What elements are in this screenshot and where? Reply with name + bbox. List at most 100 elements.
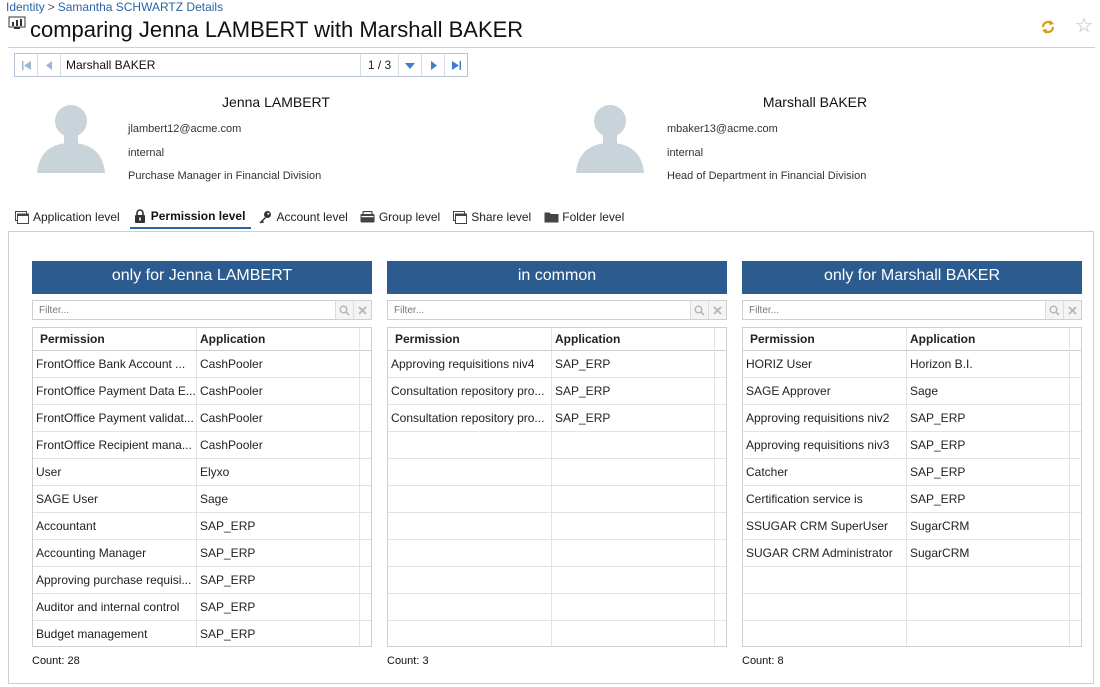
panel-header: only for Marshall BAKER (742, 261, 1082, 294)
tab-label: Group level (378, 210, 441, 224)
application-cell: SAP_ERP (555, 411, 611, 425)
search-icon[interactable] (335, 301, 353, 319)
table-row[interactable]: Budget management SAP_ERP (33, 621, 371, 646)
navigator-counter: 1 / 3 (367, 58, 392, 72)
table-row[interactable]: Accounting Manager SAP_ERP (33, 540, 371, 567)
navigator-dropdown-button[interactable] (398, 54, 421, 76)
clear-filter-icon[interactable] (353, 301, 371, 319)
breadcrumb-separator: > (47, 0, 55, 14)
column-header-permission[interactable]: Permission (743, 328, 907, 350)
table-row[interactable]: HORIZ User Horizon B.I. (743, 351, 1081, 378)
person-role: Purchase Manager in Financial Division (128, 170, 322, 182)
column-header-application[interactable]: Application (197, 328, 357, 350)
person-type: internal (128, 147, 165, 159)
table-row[interactable]: FrontOffice Recipient mana... CashPooler (33, 432, 371, 459)
table-row[interactable]: SUGAR CRM Administrator SugarCRM (743, 540, 1081, 567)
column-header-application[interactable]: Application (907, 328, 1067, 350)
permission-cell (388, 540, 552, 566)
clear-filter-icon[interactable] (1063, 301, 1081, 319)
person-email: mbaker13@acme.com (667, 123, 778, 135)
tab-application-level[interactable]: Application level (12, 205, 126, 229)
first-record-button[interactable] (15, 54, 38, 76)
scrollbar[interactable] (1069, 328, 1081, 646)
column-header-permission[interactable]: Permission (388, 328, 552, 350)
grid-header: Permission Application (33, 328, 371, 351)
permission-cell: Approving purchase requisi... (33, 567, 197, 593)
permission-cell: Consultation repository pro... (388, 405, 552, 431)
permission-cell: Accountant (33, 513, 197, 539)
table-row[interactable]: Consultation repository pro... SAP_ERP (388, 378, 726, 405)
search-icon[interactable] (690, 301, 708, 319)
empty-row (743, 567, 1081, 594)
empty-row (388, 432, 726, 459)
filter-input[interactable] (743, 301, 1033, 319)
table-row[interactable]: FrontOffice Payment Data E... CashPooler (33, 378, 371, 405)
person-card-left: Jenna LAMBERT jlambert12@acme.com intern… (31, 93, 451, 185)
table-row[interactable]: Catcher SAP_ERP (743, 459, 1081, 486)
table-row[interactable]: Approving purchase requisi... SAP_ERP (33, 567, 371, 594)
application-cell: CashPooler (200, 357, 263, 371)
breadcrumb-current-link[interactable]: Samantha SCHWARTZ Details (58, 0, 223, 14)
application-cell (552, 513, 712, 539)
application-cell: SAP_ERP (200, 519, 256, 533)
table-row[interactable]: User Elyxo (33, 459, 371, 486)
permission-cell: Accounting Manager (33, 540, 197, 566)
column-header-application[interactable]: Application (552, 328, 712, 350)
permission-cell: FrontOffice Payment Data E... (33, 378, 197, 404)
favorite-star-icon[interactable]: ☆ (1075, 14, 1093, 38)
filter-input[interactable] (33, 301, 323, 319)
chevron-down-icon (405, 62, 415, 69)
table-row[interactable]: Accountant SAP_ERP (33, 513, 371, 540)
tab-group-level[interactable]: Group level (358, 205, 446, 229)
avatar (570, 93, 650, 173)
application-cell: SAP_ERP (200, 627, 256, 641)
table-row[interactable]: Approving requisitions niv3 SAP_ERP (743, 432, 1081, 459)
table-row[interactable]: Approving requisitions niv4 SAP_ERP (388, 351, 726, 378)
permission-cell (743, 594, 907, 620)
table-row[interactable]: Auditor and internal control SAP_ERP (33, 594, 371, 621)
filter-input[interactable] (388, 301, 678, 319)
scrollbar[interactable] (714, 328, 726, 646)
breadcrumb-identity-link[interactable]: Identity (6, 0, 45, 14)
permission-grid: Permission Application FrontOffice Bank … (32, 327, 372, 647)
application-cell: SAP_ERP (200, 546, 256, 560)
table-row[interactable]: Approving requisitions niv2 SAP_ERP (743, 405, 1081, 432)
clear-filter-icon[interactable] (708, 301, 726, 319)
permission-cell: Approving requisitions niv3 (743, 432, 907, 458)
column-header-permission[interactable]: Permission (33, 328, 197, 350)
tab-account-level[interactable]: Account level (255, 205, 353, 229)
permission-grid: Permission Application Approving requisi… (387, 327, 727, 647)
permission-cell: User (33, 459, 197, 485)
table-row[interactable]: Consultation repository pro... SAP_ERP (388, 405, 726, 432)
tab-folder-level[interactable]: Folder level (541, 205, 630, 229)
permission-cell: Catcher (743, 459, 907, 485)
empty-row (388, 513, 726, 540)
person-name: Jenna LAMBERT (222, 94, 330, 110)
tab-share-level[interactable]: Share level (450, 205, 537, 229)
refresh-icon[interactable] (1039, 18, 1057, 36)
tab-permission-level[interactable]: Permission level (129, 205, 252, 229)
previous-record-button[interactable] (38, 54, 61, 76)
application-cell: SAP_ERP (555, 384, 611, 398)
last-record-button[interactable] (444, 54, 467, 76)
tab-label: Share level (471, 210, 532, 224)
application-cell: SAP_ERP (200, 600, 256, 614)
application-cell: SugarCRM (910, 546, 970, 560)
panel-in-common: in common Permission Application Approvi… (387, 261, 727, 667)
scrollbar[interactable] (359, 328, 371, 646)
permission-cell (388, 594, 552, 620)
table-row[interactable]: FrontOffice Payment validat... CashPooler (33, 405, 371, 432)
table-row[interactable]: FrontOffice Bank Account ... CashPooler (33, 351, 371, 378)
next-record-button[interactable] (421, 54, 444, 76)
table-row[interactable]: SAGE Approver Sage (743, 378, 1081, 405)
permission-cell (743, 567, 907, 593)
navigator-current-value[interactable]: Marshall BAKER (61, 54, 361, 76)
panel-only-right: only for Marshall BAKER Permission Appli… (742, 261, 1082, 667)
table-row[interactable]: Certification service is SAP_ERP (743, 486, 1081, 513)
application-cell: Horizon B.I. (910, 357, 973, 371)
search-icon[interactable] (1045, 301, 1063, 319)
table-row[interactable]: SSUGAR CRM SuperUser SugarCRM (743, 513, 1081, 540)
table-row[interactable]: SAGE User Sage (33, 486, 371, 513)
filter-box (387, 300, 727, 320)
empty-row (743, 594, 1081, 621)
